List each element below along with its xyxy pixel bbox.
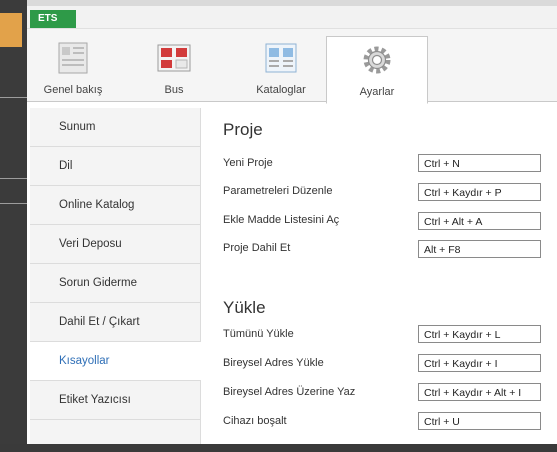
settings-sidebar: Sunum Dil Online Katalog Veri Deposu Sor… bbox=[30, 108, 201, 444]
gear-icon bbox=[363, 46, 391, 74]
shortcut-label: Cihazı boşalt bbox=[223, 415, 287, 427]
tab-bus[interactable]: Bus bbox=[139, 29, 209, 101]
sidebar-item-sorun-giderme[interactable]: Sorun Giderme bbox=[30, 264, 200, 303]
tab-label: Bus bbox=[164, 84, 184, 96]
tab-genel-bakis[interactable]: Genel bakış bbox=[41, 29, 105, 101]
divider bbox=[0, 203, 27, 204]
divider bbox=[0, 97, 27, 98]
shortcut-label: Tümünü Yükle bbox=[223, 328, 294, 340]
shortcut-label: Bireysel Adres Yükle bbox=[223, 357, 324, 369]
background-accent bbox=[0, 13, 22, 47]
shortcut-field-cihazi-bosalt[interactable]: Ctrl + U bbox=[418, 412, 541, 430]
title-bar: ETS bbox=[27, 6, 557, 29]
ets-app-tab[interactable]: ETS bbox=[30, 10, 76, 28]
sidebar-item-dil[interactable]: Dil bbox=[30, 147, 200, 186]
tab-kataloglar[interactable]: Kataloglar bbox=[239, 29, 323, 101]
sidebar-item-veri-deposu[interactable]: Veri Deposu bbox=[30, 225, 200, 264]
shortcut-field-yeni-proje[interactable]: Ctrl + N bbox=[418, 154, 541, 172]
sidebar-item-sunum[interactable]: Sunum bbox=[30, 108, 200, 147]
shortcut-field-tumunu-yukle[interactable]: Ctrl + Kaydır + L bbox=[418, 325, 541, 343]
sidebar-item-dahil-et-cikart[interactable]: Dahil Et / Çıkart bbox=[30, 303, 200, 342]
ribbon: Genel bakış Bus Kataloglar Ayarlar bbox=[27, 29, 557, 104]
shortcut-field-bireysel-adres-uzerine-yaz[interactable]: Ctrl + Kaydır + Alt + I bbox=[418, 383, 541, 401]
shortcut-label: Proje Dahil Et bbox=[223, 242, 291, 254]
shortcut-label: Yeni Proje bbox=[223, 157, 273, 169]
ets-settings-window: ETS Genel bakış Bus Kataloglar Ayarlar S… bbox=[27, 6, 557, 444]
shortcuts-panel: Proje Yeni Proje Ctrl + N Parametreleri … bbox=[201, 108, 557, 444]
shortcut-field-parametreleri-duzenle[interactable]: Ctrl + Kaydır + P bbox=[418, 183, 541, 201]
shortcut-field-ekle-madde-listesini-ac[interactable]: Ctrl + Alt + A bbox=[418, 212, 541, 230]
shortcut-label: Parametreleri Düzenle bbox=[223, 185, 333, 197]
section-title-yukle: Yükle bbox=[223, 298, 266, 317]
shortcut-field-bireysel-adres-yukle[interactable]: Ctrl + Kaydır + I bbox=[418, 354, 541, 372]
shortcut-label: Ekle Madde Listesini Aç bbox=[223, 214, 340, 226]
background-panel bbox=[0, 0, 27, 452]
tab-label: Genel bakış bbox=[43, 84, 103, 96]
shortcut-label: Bireysel Adres Üzerine Yaz bbox=[223, 386, 356, 398]
tab-label: Kataloglar bbox=[256, 84, 306, 96]
sidebar-item-kisayollar[interactable]: Kısayollar bbox=[30, 342, 201, 381]
divider bbox=[0, 178, 27, 179]
section-title-proje: Proje bbox=[223, 120, 263, 139]
catalogs-icon bbox=[265, 43, 297, 73]
tab-label: Ayarlar bbox=[359, 86, 395, 98]
sidebar-item-online-katalog[interactable]: Online Katalog bbox=[30, 186, 200, 225]
sidebar-item-etiket-yazicisi[interactable]: Etiket Yazıcısı bbox=[30, 381, 200, 420]
overview-icon bbox=[58, 42, 88, 74]
tab-ayarlar[interactable]: Ayarlar bbox=[326, 36, 428, 104]
bottom-band bbox=[0, 444, 557, 452]
shortcut-field-proje-dahil-et[interactable]: Alt + F8 bbox=[418, 240, 541, 258]
bus-icon bbox=[157, 44, 191, 72]
